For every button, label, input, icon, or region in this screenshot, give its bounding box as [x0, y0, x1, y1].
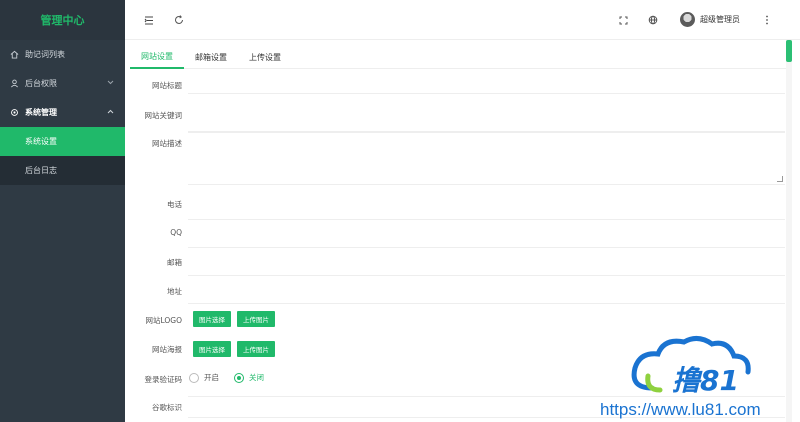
refresh-icon[interactable]: [173, 14, 185, 26]
app-root: 管理中心 助记词列表 后台权限 系统管理 系统设置 后台日志 超级管理员 网站设…: [0, 0, 800, 422]
sidebar-subitem-label: 系统设置: [25, 137, 57, 146]
app-logo: 管理中心: [0, 0, 125, 40]
settings-icon: [9, 108, 19, 118]
sidebar-item-mnemonic-list[interactable]: 助记词列表: [0, 40, 125, 69]
globe-icon[interactable]: [647, 14, 659, 26]
radio-label: 开启: [204, 373, 219, 382]
user-menu[interactable]: 超级管理员: [680, 12, 740, 27]
sidebar-item-label: 系统管理: [25, 108, 57, 117]
captcha-radio-on[interactable]: 开启: [189, 372, 219, 383]
sidebar-subitem-label: 后台日志: [25, 166, 57, 175]
resize-handle[interactable]: [777, 176, 783, 182]
qq-input[interactable]: [188, 220, 785, 248]
radio-label: 关闭: [249, 373, 264, 382]
email-input[interactable]: [188, 248, 785, 276]
login-captcha-label: 登录验证码: [144, 375, 183, 384]
sidebar-item-system-management[interactable]: 系统管理: [0, 98, 125, 127]
site-keywords-input[interactable]: [188, 102, 785, 132]
site-desc-textarea[interactable]: [188, 132, 785, 185]
sidebar-item-label: 后台权限: [25, 79, 57, 88]
fullscreen-icon[interactable]: [617, 14, 629, 26]
address-input[interactable]: [188, 276, 785, 304]
username: 超级管理员: [700, 15, 740, 24]
watermark-url: https://www.lu81.com: [600, 400, 761, 419]
site-desc-label: 网站描述: [152, 139, 182, 148]
poster-select-button[interactable]: 图片选择: [193, 341, 231, 357]
address-label: 地址: [167, 287, 182, 296]
poster-upload-button[interactable]: 上传图片: [237, 341, 275, 357]
site-title-input[interactable]: [188, 74, 785, 94]
qq-label: QQ: [170, 228, 182, 237]
captcha-radio-off[interactable]: 关闭: [234, 372, 264, 383]
home-icon: [9, 50, 19, 60]
sidebar: 管理中心 助记词列表 后台权限 系统管理 系统设置 后台日志: [0, 0, 125, 422]
phone-input[interactable]: [188, 190, 785, 220]
tab-upload-settings[interactable]: 上传设置: [238, 45, 292, 69]
poster-label: 网站海报: [152, 345, 182, 354]
stats-code-label: 谷歌标识: [152, 403, 182, 412]
watermark: 撸81 https://www.lu81.com: [600, 330, 800, 422]
email-label: 邮箱: [167, 258, 182, 267]
logo-select-button[interactable]: 图片选择: [193, 311, 231, 327]
watermark-logo: 撸81: [631, 336, 751, 397]
chevron-down-icon: [107, 78, 114, 87]
menu-fold-icon[interactable]: [143, 14, 155, 26]
logo-upload-button[interactable]: 上传图片: [237, 311, 275, 327]
radio-circle: [189, 372, 199, 383]
site-keywords-label: 网站关键词: [144, 111, 183, 120]
user-icon: [9, 79, 19, 89]
site-title-label: 网站标题: [152, 81, 182, 90]
chevron-up-icon: [107, 107, 114, 116]
more-icon[interactable]: [761, 14, 773, 26]
tab-site-settings[interactable]: 网站设置: [130, 45, 184, 69]
settings-tabs: 网站设置 邮箱设置 上传设置: [130, 45, 790, 69]
top-bar: 超级管理员: [125, 0, 800, 40]
watermark-brand: 撸81: [672, 364, 739, 397]
sidebar-item-label: 助记词列表: [25, 50, 65, 59]
sidebar-subitem-admin-log[interactable]: 后台日志: [0, 156, 125, 185]
sidebar-subitem-system-settings[interactable]: 系统设置: [0, 127, 125, 156]
logo-label: 网站LOGO: [145, 316, 182, 325]
scroll-thumb[interactable]: [786, 40, 792, 62]
phone-label: 电话: [167, 200, 182, 209]
avatar: [680, 12, 695, 27]
radio-circle: [234, 372, 244, 383]
sidebar-item-admin-permission[interactable]: 后台权限: [0, 69, 125, 98]
tab-email-settings[interactable]: 邮箱设置: [184, 45, 238, 69]
